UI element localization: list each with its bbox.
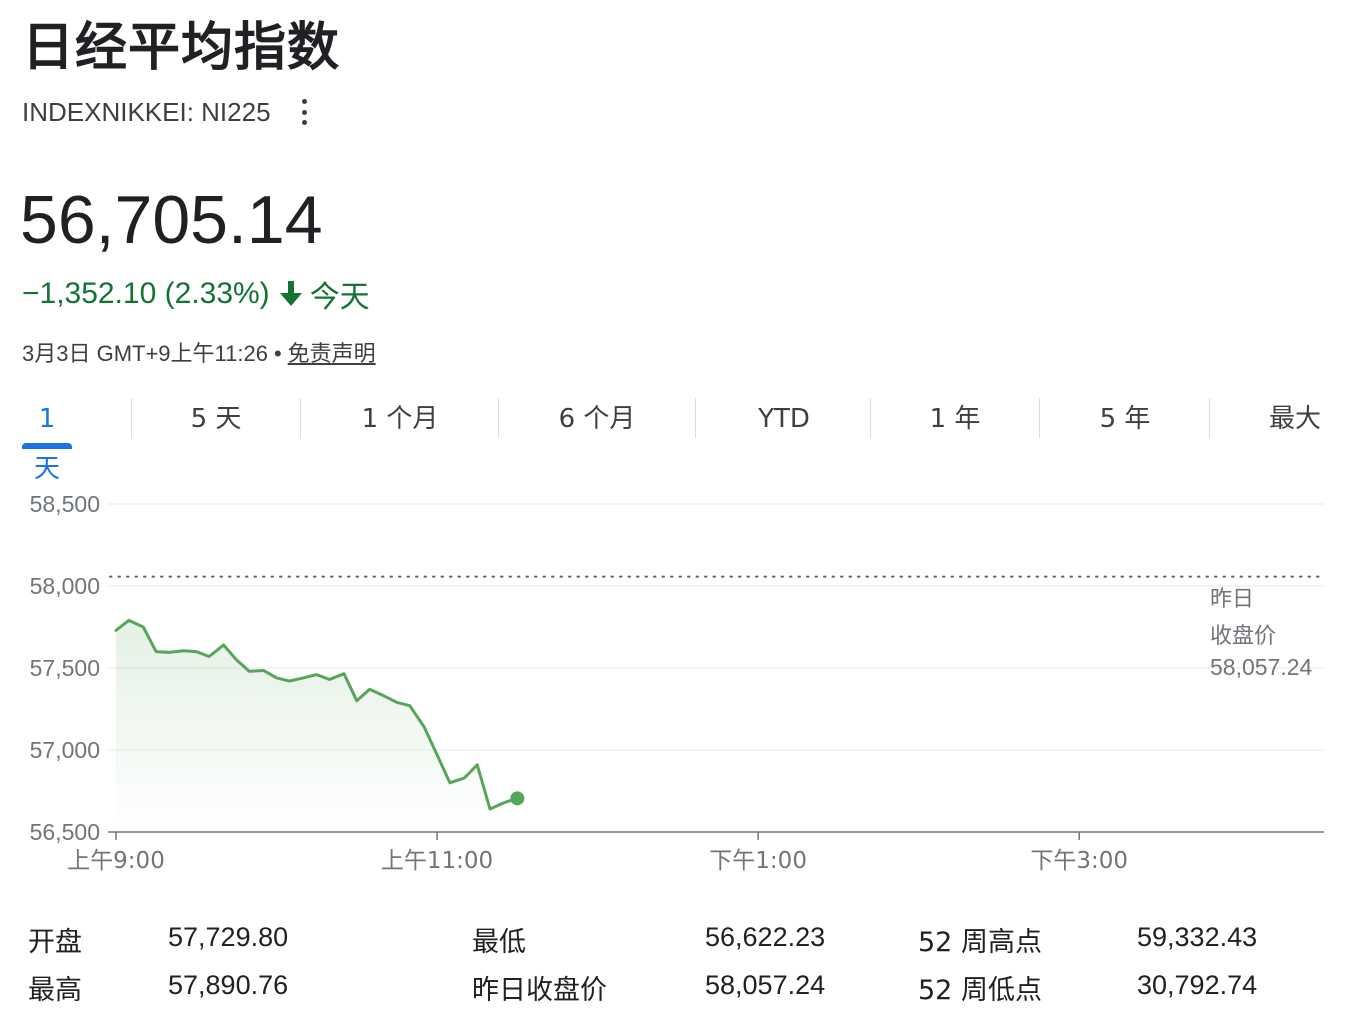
- stat-low-label: 最低: [472, 927, 526, 958]
- tab-divider: [1209, 398, 1210, 438]
- tab-5-day[interactable]: 5 天: [166, 394, 266, 446]
- tab-1-year[interactable]: 1 年: [905, 394, 1005, 446]
- tab-divider: [1039, 398, 1040, 438]
- tab-divider: [695, 398, 696, 438]
- stat-high-label: 最高: [28, 975, 82, 1006]
- tab-1-day[interactable]: 1 天: [22, 394, 72, 484]
- prev-close-label: 收盘价: [1210, 624, 1276, 649]
- active-tab-indicator: [22, 443, 72, 449]
- price-chart[interactable]: 58,500 58,000 57,500 57,000 56,500 上午9:00 上午11…: [0, 470, 1354, 890]
- separator: •: [273, 341, 282, 366]
- change-period: 今天: [309, 280, 370, 315]
- y-tick-label: 57,500: [30, 655, 100, 681]
- y-tick-label: 56,500: [30, 819, 100, 845]
- tab-divider: [131, 398, 132, 438]
- stat-prev-close-label: 昨日收盘价: [472, 975, 607, 1006]
- more-vert-icon[interactable]: [301, 99, 309, 125]
- prev-close-value: 58,057.24: [1210, 654, 1313, 680]
- ticker-symbol: INDEXNIKKEI: NI225: [22, 96, 271, 127]
- stat-52w-low-label: 52 周低点: [918, 975, 1042, 1006]
- arrow-down-icon: [279, 281, 302, 307]
- range-tabs: 1 天 5 天 1 个月 6 个月 YTD 1 年 5 年 最大: [0, 394, 1354, 484]
- x-tick-label: 下午1:00: [709, 848, 807, 874]
- y-tick-label: 57,000: [30, 737, 100, 763]
- stat-52w-high-value: 59,332.43: [1137, 922, 1258, 952]
- price-change-row: −1,352.10 (2.33%) 今天: [22, 272, 370, 316]
- tab-5-year[interactable]: 5 年: [1075, 394, 1175, 446]
- tab-divider: [498, 398, 499, 438]
- current-point: [510, 791, 525, 806]
- tab-divider: [870, 398, 871, 438]
- x-tick-label: 上午11:00: [381, 848, 493, 874]
- tab-divider: [300, 398, 301, 438]
- stat-open-value: 57,729.80: [168, 922, 289, 952]
- timestamp-row: 3月3日 GMT+9上午11:26 • 免责声明: [22, 336, 376, 368]
- tab-max[interactable]: 最大: [1260, 394, 1330, 446]
- x-tick-label: 下午3:00: [1030, 848, 1128, 874]
- current-price: 56,705.14: [20, 182, 323, 258]
- stat-prev-close-value: 58,057.24: [705, 970, 826, 1000]
- stat-52w-high-label: 52 周高点: [918, 927, 1042, 958]
- x-tick-label: 上午9:00: [67, 848, 165, 874]
- y-tick-label: 58,500: [30, 491, 100, 517]
- tab-1-month[interactable]: 1 个月: [340, 394, 460, 446]
- ticker-row: INDEXNIKKEI: NI225: [22, 96, 309, 128]
- y-tick-label: 58,000: [30, 573, 100, 599]
- price-change: −1,352.10 (2.33%): [22, 277, 270, 310]
- stat-52w-low-value: 30,792.74: [1137, 970, 1258, 1000]
- stat-low-value: 56,622.23: [705, 922, 826, 952]
- tab-ytd[interactable]: YTD: [734, 394, 834, 446]
- prev-close-label: 昨日: [1210, 587, 1254, 612]
- disclaimer-link[interactable]: 免责声明: [288, 341, 376, 366]
- stat-open-label: 开盘: [28, 927, 82, 958]
- page-title: 日经平均指数: [22, 18, 341, 78]
- tab-6-month[interactable]: 6 个月: [537, 394, 657, 446]
- stat-high-value: 57,890.76: [168, 970, 289, 1000]
- timestamp: 3月3日 GMT+9上午11:26: [22, 341, 268, 366]
